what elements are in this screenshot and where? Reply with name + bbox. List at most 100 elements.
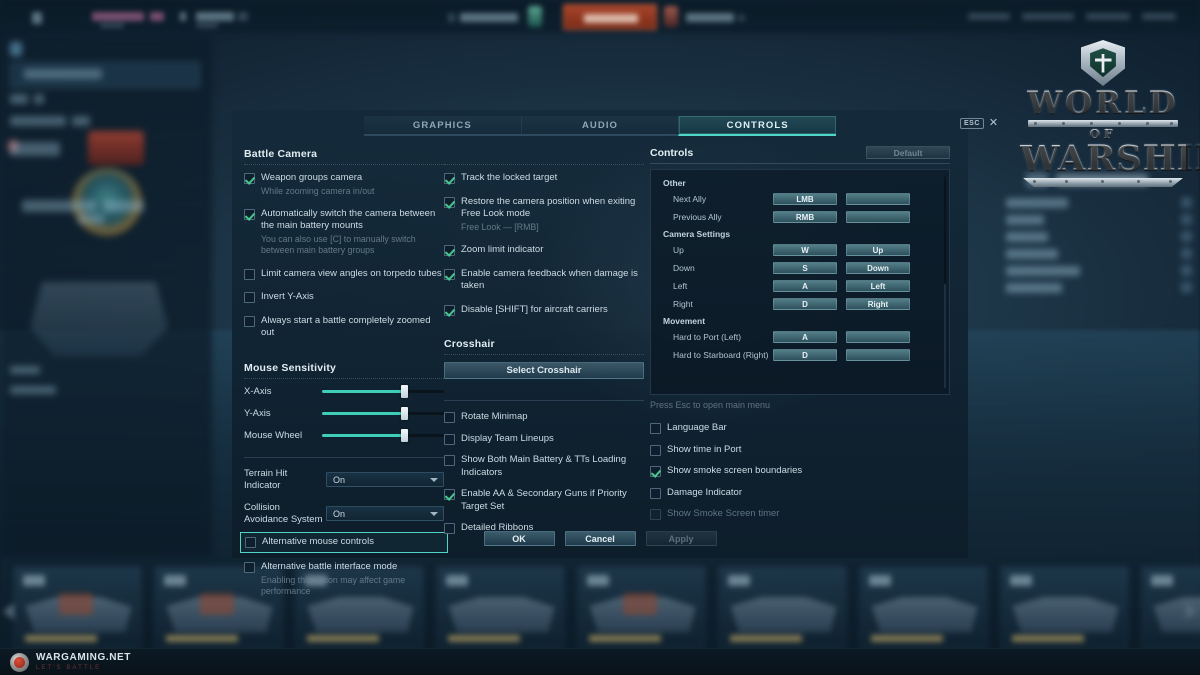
carousel-ship-card[interactable] [719, 566, 846, 650]
option-zoom-limit-indicator[interactable]: Zoom limit indicator [444, 244, 644, 257]
checkbox[interactable] [244, 173, 255, 184]
keybindings-list[interactable]: Other Next Ally LMB Previous Ally RMB Ca… [650, 169, 950, 395]
option-show-time-in-port[interactable]: Show time in Port [650, 444, 950, 457]
slider-track[interactable] [322, 406, 444, 420]
keybind-secondary[interactable] [846, 211, 910, 223]
carousel-ship-card[interactable] [14, 566, 141, 650]
slider-handle[interactable] [400, 428, 408, 442]
carousel-ship-card[interactable] [1001, 566, 1128, 650]
keybind-primary[interactable]: A [773, 331, 837, 343]
carousel-ship-card[interactable] [1142, 566, 1200, 650]
slider-mouse-wheel[interactable]: Mouse Wheel [244, 428, 444, 442]
keybind-row[interactable]: Down S Down [661, 262, 937, 274]
checkbox[interactable] [444, 455, 455, 467]
keybind-primary[interactable]: D [773, 349, 837, 361]
keybind-row[interactable]: Left A Left [661, 280, 937, 292]
checkbox[interactable] [650, 444, 661, 456]
select-crosshair-button[interactable]: Select Crosshair [444, 362, 644, 380]
cancel-button[interactable]: Cancel [564, 531, 636, 546]
checkbox[interactable] [244, 268, 255, 280]
carousel-ship-card[interactable] [437, 566, 564, 650]
keybind-secondary[interactable] [846, 331, 910, 343]
carousel-ship-card[interactable] [578, 566, 705, 650]
keybind-secondary[interactable] [846, 349, 910, 361]
slider-handle[interactable] [400, 384, 408, 398]
slider-handle[interactable] [400, 406, 408, 420]
checkbox[interactable] [444, 304, 455, 316]
checkbox[interactable] [244, 208, 255, 220]
slider-track[interactable] [322, 428, 444, 442]
slider-track[interactable] [322, 384, 444, 398]
option-weapon-groups-camera[interactable]: Weapon groups camera While zooming camer… [244, 172, 444, 197]
keybind-row[interactable]: Hard to Starboard (Right) D [661, 349, 937, 361]
default-button[interactable]: Default [866, 146, 950, 159]
option-disable-shift-carriers[interactable]: Disable [SHIFT] for aircraft carriers [444, 304, 644, 317]
checkbox[interactable] [444, 489, 455, 501]
keybind-row[interactable]: Right D Right [661, 298, 937, 310]
battle-button[interactable] [563, 4, 657, 30]
keybind-primary[interactable]: RMB [773, 211, 837, 223]
keybind-row[interactable]: Previous Ally RMB [661, 211, 937, 223]
option-language-bar[interactable]: Language Bar [650, 422, 950, 435]
option-alternative-battle-interface[interactable]: Alternative battle interface mode Enabli… [244, 561, 444, 597]
checkbox[interactable] [244, 315, 255, 327]
option-show-loading-indicators[interactable]: Show Both Main Battery & TTs Loading Ind… [444, 454, 644, 479]
tab-graphics[interactable]: GRAPHICS [364, 116, 521, 136]
keybind-secondary[interactable]: Down [846, 262, 910, 274]
slider-label: Y-Axis [244, 407, 271, 419]
checkbox[interactable] [444, 245, 455, 257]
checkbox[interactable] [650, 487, 661, 499]
keybind-row[interactable]: Up W Up [661, 244, 937, 256]
keybind-primary[interactable]: D [773, 298, 837, 310]
keybind-secondary[interactable] [846, 193, 910, 205]
option-display-team-lineups[interactable]: Display Team Lineups [444, 433, 644, 446]
option-label: Display Team Lineups [461, 432, 554, 444]
tab-controls[interactable]: CONTROLS [678, 116, 837, 136]
option-auto-switch-battery[interactable]: Automatically switch the camera between … [244, 208, 444, 257]
keybind-group-other: Other [663, 178, 686, 188]
checkbox[interactable] [444, 196, 455, 208]
keybind-secondary[interactable]: Up [846, 244, 910, 256]
checkbox[interactable] [444, 173, 455, 184]
keybind-primary[interactable]: LMB [773, 193, 837, 205]
dropdown-control[interactable]: On [326, 472, 444, 488]
checkbox[interactable] [650, 466, 661, 478]
dropdown-collision-avoidance[interactable]: Collision Avoidance System On [244, 502, 444, 526]
option-track-locked-target[interactable]: Track the locked target [444, 172, 644, 185]
keybind-secondary[interactable]: Left [846, 280, 910, 292]
slider-x-axis[interactable]: X-Axis [244, 384, 444, 398]
checkbox[interactable] [444, 268, 455, 280]
option-damage-indicator[interactable]: Damage Indicator [650, 487, 950, 500]
keybind-primary[interactable]: W [773, 244, 837, 256]
checkbox[interactable] [650, 423, 661, 434]
dropdown-terrain-hit-indicator[interactable]: Terrain Hit Indicator On [244, 468, 444, 492]
checkbox[interactable] [444, 412, 455, 424]
keybindings-scrollbar[interactable] [944, 176, 946, 388]
option-enable-aa-secondary[interactable]: Enable AA & Secondary Guns if Priority T… [444, 488, 644, 513]
carousel-ship-card[interactable] [860, 566, 987, 650]
option-rotate-minimap[interactable]: Rotate Minimap [444, 411, 644, 424]
ship-carousel[interactable] [0, 560, 1200, 656]
option-camera-feedback-damage[interactable]: Enable camera feedback when damage is ta… [444, 268, 644, 293]
ok-button[interactable]: OK [483, 531, 555, 546]
wargaming-tagline: LET'S BATTLE [36, 665, 102, 671]
keybind-row[interactable]: Next Ally LMB [661, 193, 937, 205]
checkbox[interactable] [444, 433, 455, 445]
option-limit-torpedo-angles[interactable]: Limit camera view angles on torpedo tube… [244, 268, 444, 281]
slider-y-axis[interactable]: Y-Axis [244, 406, 444, 420]
keybind-row[interactable]: Hard to Port (Left) A [661, 331, 937, 343]
dropdown-control[interactable]: On [326, 506, 444, 522]
tab-audio[interactable]: AUDIO [520, 116, 679, 136]
option-restore-camera-free-look[interactable]: Restore the camera position when exiting… [444, 196, 644, 233]
checkbox[interactable] [244, 292, 255, 304]
option-start-zoomed-out[interactable]: Always start a battle completely zoomed … [244, 315, 444, 340]
keybind-primary[interactable]: A [773, 280, 837, 292]
checkbox[interactable] [244, 562, 255, 574]
keybind-primary[interactable]: S [773, 262, 837, 274]
scrollbar-thumb[interactable] [944, 176, 946, 284]
carousel-prev-arrow[interactable] [3, 603, 14, 620]
keybind-secondary[interactable]: Right [846, 298, 910, 310]
option-show-smoke-boundaries[interactable]: Show smoke screen boundaries [650, 465, 950, 478]
close-icon[interactable]: ✕ [989, 118, 998, 129]
option-invert-y-axis[interactable]: Invert Y-Axis [244, 291, 444, 304]
